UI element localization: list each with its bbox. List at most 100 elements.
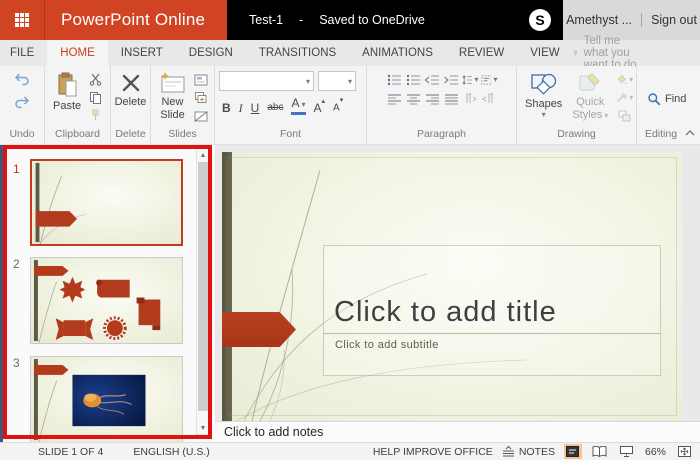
- bold-button[interactable]: B: [222, 101, 231, 115]
- bullets-button[interactable]: [386, 72, 403, 87]
- zoom-level[interactable]: 66%: [645, 446, 666, 458]
- subtitle-placeholder[interactable]: Click to add subtitle: [324, 334, 660, 356]
- underline-button[interactable]: U: [251, 101, 260, 115]
- slideshow-view-button[interactable]: [618, 444, 636, 459]
- ribbon-group-delete: Delete Delete: [111, 66, 151, 144]
- reading-view-button[interactable]: [591, 444, 609, 459]
- tab-review[interactable]: REVIEW: [446, 40, 517, 66]
- numbering-button[interactable]: [405, 72, 422, 87]
- slide-canvas[interactable]: Click to add title Click to add subtitle: [222, 152, 682, 421]
- title-placeholder-box[interactable]: Click to add title Click to add subtitle: [323, 245, 661, 376]
- sign-out-link[interactable]: Sign out: [641, 13, 697, 27]
- paste-label: Paste: [53, 100, 82, 112]
- collapse-ribbon-button[interactable]: [685, 123, 695, 141]
- tab-insert[interactable]: INSERT: [108, 40, 176, 66]
- status-bar: SLIDE 1 OF 4 ENGLISH (U.S.) HELP IMPROVE…: [0, 442, 700, 460]
- content-area: 1 2 3 ▲ ▼ Click to add title Click to ad…: [0, 145, 700, 442]
- hide-slide-button[interactable]: [192, 108, 209, 123]
- align-left-button[interactable]: [386, 91, 403, 106]
- tell-me-box[interactable]: Tell me what you want to do: [573, 35, 700, 71]
- paste-button[interactable]: Paste: [49, 71, 85, 127]
- skype-icon: [529, 9, 551, 31]
- tab-transitions[interactable]: TRANSITIONS: [246, 40, 349, 66]
- format-painter-button[interactable]: [87, 108, 104, 123]
- new-slide-icon: [161, 72, 185, 93]
- find-label: Find: [665, 93, 687, 105]
- panel-scrollbar-thumb[interactable]: [198, 162, 208, 411]
- reading-view-icon: [592, 446, 607, 457]
- layout-button[interactable]: [192, 72, 209, 87]
- align-center-button[interactable]: [405, 91, 422, 106]
- slideshow-icon: [620, 446, 634, 457]
- notes-toggle[interactable]: NOTES: [502, 446, 555, 458]
- titlebar: PowerPoint Online Test-1 - Saved to OneD…: [0, 0, 700, 40]
- undo-group-label: Undo: [9, 128, 35, 140]
- rtl-text-button[interactable]: [481, 91, 498, 106]
- tab-file[interactable]: FILE: [0, 40, 47, 66]
- cut-button[interactable]: [87, 72, 104, 87]
- scroll-up-arrow-icon[interactable]: ▲: [197, 149, 209, 161]
- tab-design[interactable]: DESIGN: [176, 40, 246, 66]
- arrange-button[interactable]: [616, 108, 633, 123]
- language-indicator[interactable]: ENGLISH (U.S.): [133, 446, 209, 458]
- delete-button[interactable]: Delete: [111, 71, 151, 127]
- font-color-button[interactable]: A: [291, 96, 306, 115]
- new-slide-button[interactable]: New Slide: [155, 71, 190, 127]
- ribbon-group-editing: Find Editing: [637, 66, 686, 144]
- undo-button[interactable]: [14, 73, 30, 91]
- shrink-font-button[interactable]: A▾: [333, 97, 343, 115]
- notes-placeholder[interactable]: Click to add notes: [215, 421, 700, 442]
- delete-label: Delete: [114, 96, 147, 108]
- grow-font-button[interactable]: A▴: [314, 98, 326, 115]
- align-right-button[interactable]: [424, 91, 441, 106]
- strikethrough-button[interactable]: abc: [267, 101, 283, 115]
- paragraph-group-label: Paragraph: [416, 128, 467, 140]
- shapes-button[interactable]: Shapes: [521, 71, 566, 127]
- redo-button[interactable]: [14, 96, 30, 114]
- title-dash: -: [299, 13, 304, 27]
- ribbon-group-paragraph: Paragraph: [367, 66, 517, 144]
- decrease-indent-button[interactable]: [424, 72, 441, 87]
- copy-button[interactable]: [87, 90, 104, 105]
- account-name[interactable]: Amethyst ...: [566, 13, 641, 27]
- ltr-text-button[interactable]: [462, 91, 479, 106]
- ribbon-group-font: B I U abc A A▴ A▾ Font: [215, 66, 367, 144]
- font-name-select[interactable]: [219, 71, 314, 91]
- fit-to-window-button[interactable]: [675, 444, 693, 459]
- text-direction-button[interactable]: [480, 72, 498, 87]
- justify-button[interactable]: [443, 91, 460, 106]
- panel-scrollbar[interactable]: ▲ ▼: [196, 148, 210, 435]
- app-launcher-grid-icon: [15, 13, 29, 27]
- shape-outline-button[interactable]: [616, 90, 633, 105]
- tab-animations[interactable]: ANIMATIONS: [349, 40, 446, 66]
- shapes-label: Shapes: [525, 98, 563, 110]
- slide-1-thumbnail[interactable]: [30, 159, 183, 246]
- find-button[interactable]: Find: [641, 71, 692, 127]
- tab-home[interactable]: HOME: [47, 40, 108, 66]
- ribbon-tab-bar: FILE HOME INSERT DESIGN TRANSITIONS ANIM…: [0, 35, 700, 71]
- font-size-select[interactable]: [318, 71, 356, 91]
- notes-label: NOTES: [518, 445, 555, 458]
- slide-3-preview: [31, 357, 182, 442]
- skype-button[interactable]: [517, 0, 563, 40]
- powerpoint-online-app: PowerPoint Online Test-1 - Saved to OneD…: [0, 0, 700, 460]
- slide-2-thumbnail[interactable]: [30, 257, 183, 344]
- slide-2-preview: [31, 258, 182, 343]
- quick-styles-button[interactable]: Quick Styles: [566, 71, 614, 127]
- title-placeholder[interactable]: Click to add title: [324, 246, 660, 334]
- tab-view[interactable]: VIEW: [517, 40, 572, 66]
- italic-button[interactable]: I: [239, 101, 243, 115]
- app-launcher-button[interactable]: [0, 0, 45, 40]
- increase-indent-button[interactable]: [443, 72, 460, 87]
- slide-3-thumbnail[interactable]: [30, 356, 183, 442]
- duplicate-slide-button[interactable]: [192, 90, 209, 105]
- help-improve-office-link[interactable]: HELP IMPROVE OFFICE: [373, 446, 493, 458]
- ribbon-group-undo: Undo: [0, 66, 45, 144]
- shapes-icon: [531, 73, 556, 95]
- font-group-label: Font: [279, 128, 301, 140]
- line-spacing-button[interactable]: [462, 72, 479, 87]
- normal-view-button[interactable]: [563, 444, 582, 459]
- shape-fill-button[interactable]: [616, 72, 633, 87]
- scroll-down-arrow-icon[interactable]: ▼: [197, 422, 209, 434]
- document-title[interactable]: Test-1: [249, 13, 283, 27]
